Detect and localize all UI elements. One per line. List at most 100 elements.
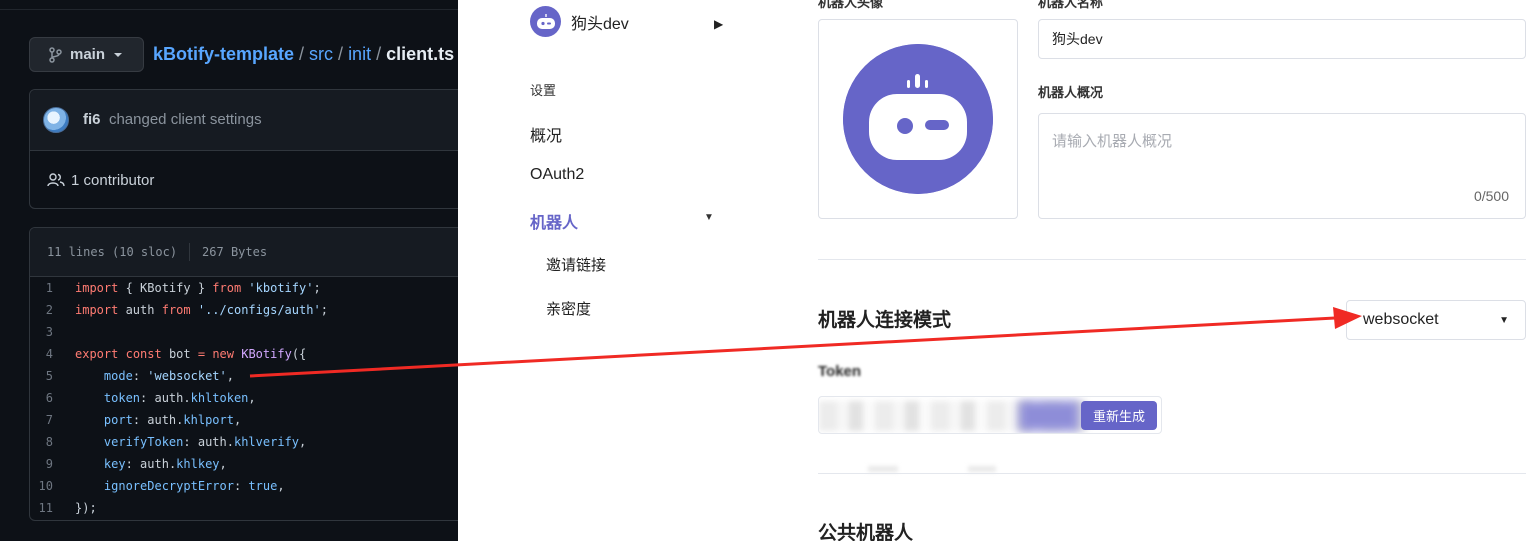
nav-item-intimacy[interactable]: 亲密度 bbox=[546, 298, 591, 319]
bot-name: 狗头dev bbox=[571, 15, 629, 33]
line-number[interactable]: 3 bbox=[30, 325, 75, 339]
code-token: }); bbox=[75, 501, 97, 515]
breadcrumb-init-link[interactable]: init bbox=[348, 44, 371, 64]
breadcrumb-separator: / bbox=[299, 44, 305, 64]
code-token: 'kbotify' bbox=[248, 281, 314, 295]
token-copy-blurred bbox=[1019, 401, 1079, 431]
code-token: const bbox=[125, 347, 162, 361]
branch-name: main bbox=[70, 46, 106, 63]
code-token: import bbox=[75, 303, 119, 317]
github-file-panel: main kBotify-template / src / init / client.ts… bbox=[0, 0, 458, 541]
line-number[interactable]: 9 bbox=[30, 457, 75, 471]
branch-selector-button[interactable]: main bbox=[29, 37, 144, 72]
nav-item-overview[interactable]: 概况 bbox=[530, 122, 562, 146]
code-token: true bbox=[248, 479, 278, 493]
code-token: new bbox=[212, 347, 234, 361]
line-number[interactable]: 8 bbox=[30, 435, 75, 449]
code-token: khlport bbox=[183, 413, 234, 427]
nav-item-bot[interactable]: 机器人 bbox=[530, 209, 578, 233]
caret-right-icon[interactable]: ▶ bbox=[714, 17, 723, 31]
bot-avatar-upload[interactable] bbox=[818, 19, 1018, 219]
section-divider bbox=[818, 473, 1526, 474]
code-text: mode: 'websocket', bbox=[75, 369, 234, 383]
people-icon bbox=[47, 173, 65, 187]
code-token: export bbox=[75, 347, 119, 361]
code-token: , bbox=[299, 435, 307, 449]
caret-down-icon bbox=[114, 52, 123, 57]
public-bot-title: 公共机器人 bbox=[818, 523, 914, 541]
code-token: token bbox=[103, 391, 141, 405]
line-number[interactable]: 4 bbox=[30, 347, 75, 361]
name-label: 机器人名称 bbox=[1038, 0, 1104, 10]
code-token: , bbox=[233, 413, 242, 427]
code-token: auth bbox=[118, 303, 162, 317]
robot-icon bbox=[536, 13, 555, 29]
breadcrumb-repo-link[interactable]: kBotify-template bbox=[153, 44, 294, 64]
latest-commit-row: fi6 changed client settings bbox=[30, 90, 458, 151]
file-info-header: 11 lines (10 sloc) 267 Bytes bbox=[30, 228, 458, 277]
code-token: : bbox=[233, 479, 249, 493]
bot-name-input[interactable]: 狗头dev bbox=[1038, 19, 1526, 59]
line-number[interactable]: 11 bbox=[30, 501, 75, 515]
code-token: mode bbox=[103, 369, 133, 383]
connection-mode-select[interactable]: websocket ▼ bbox=[1346, 300, 1526, 340]
nav-item-oauth2[interactable]: OAuth2 bbox=[530, 166, 584, 184]
nav-item-invite-link[interactable]: 邀请链接 bbox=[546, 254, 606, 275]
code-text: verifyToken: auth.khlverify, bbox=[75, 435, 306, 449]
description-textarea[interactable]: 请输入机器人概况 0/500 bbox=[1038, 113, 1526, 219]
user-avatar[interactable] bbox=[43, 107, 69, 133]
connection-mode-value: websocket bbox=[1363, 311, 1439, 328]
code-token: verifyToken bbox=[103, 435, 184, 449]
file-content-box: 11 lines (10 sloc) 267 Bytes 1 import { K… bbox=[29, 227, 458, 521]
breadcrumb-separator: / bbox=[338, 44, 344, 64]
line-number[interactable]: 6 bbox=[30, 391, 75, 405]
caret-down-icon[interactable]: ▼ bbox=[704, 212, 714, 223]
contributors-row[interactable]: 1 contributor bbox=[30, 151, 458, 209]
code-token: khlverify bbox=[233, 435, 299, 449]
regenerate-token-button[interactable]: 重新生成 bbox=[1081, 401, 1157, 430]
commit-message-link[interactable]: changed client settings bbox=[109, 111, 262, 128]
breadcrumb-src-link[interactable]: src bbox=[309, 44, 333, 64]
contributors-count: 1 contributor bbox=[71, 171, 155, 189]
line-number[interactable]: 1 bbox=[30, 281, 75, 295]
file-size: 267 Bytes bbox=[202, 245, 268, 259]
code-token: port bbox=[103, 413, 133, 427]
line-number[interactable]: 2 bbox=[30, 303, 75, 317]
code-token: ignoreDecryptError bbox=[103, 479, 234, 493]
code-view[interactable]: 1 import { KBotify } from 'kbotify'; 2 impo… bbox=[30, 277, 458, 519]
blurred-text bbox=[968, 466, 996, 472]
code-token: , bbox=[226, 369, 234, 383]
code-line: 7 port: auth.khlport, bbox=[30, 409, 458, 431]
connection-mode-title: 机器人连接模式 bbox=[818, 310, 952, 331]
code-token: key bbox=[103, 457, 126, 471]
code-token: bot bbox=[161, 347, 198, 361]
code-line: 4 export const bot = new KBotify({ bbox=[30, 343, 458, 365]
code-line: 6 token: auth.khltoken, bbox=[30, 387, 458, 409]
commit-author-link[interactable]: fi6 bbox=[83, 111, 101, 128]
code-token: { KBotify } bbox=[118, 281, 213, 295]
code-token: = bbox=[197, 347, 206, 361]
breadcrumb-separator: / bbox=[376, 44, 382, 64]
line-number[interactable]: 7 bbox=[30, 413, 75, 427]
bot-selector[interactable]: 狗头dev bbox=[530, 6, 629, 37]
code-text: key: auth.khlkey, bbox=[75, 457, 227, 471]
code-text: import { KBotify } from 'kbotify'; bbox=[75, 281, 321, 295]
token-field[interactable]: 重新生成 bbox=[818, 396, 1162, 434]
code-token: , bbox=[248, 391, 256, 405]
file-breadcrumb: kBotify-template / src / init / client.ts bbox=[153, 44, 454, 65]
description-label: 机器人概况 bbox=[1038, 85, 1104, 100]
latest-commit-box: fi6 changed client settings 1 contributo… bbox=[29, 89, 458, 209]
code-text: export const bot = new KBotify({ bbox=[75, 347, 306, 361]
line-number[interactable]: 5 bbox=[30, 369, 75, 383]
code-line: 10 ignoreDecryptError: true, bbox=[30, 475, 458, 497]
code-line: 11}); bbox=[30, 497, 458, 519]
settings-section-label: 设置 bbox=[530, 83, 557, 98]
code-token: from bbox=[212, 281, 242, 295]
line-number[interactable]: 10 bbox=[30, 479, 75, 493]
